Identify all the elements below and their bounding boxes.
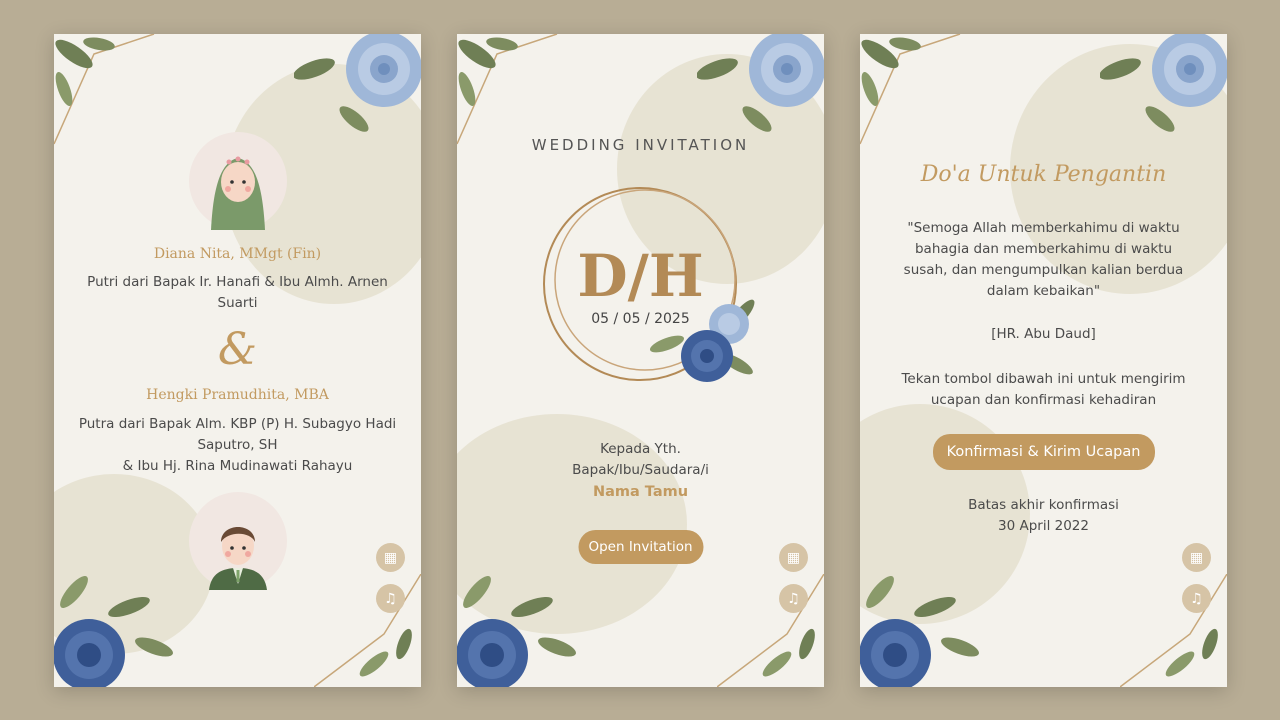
- leaf-decoration-top-left: [54, 34, 155, 145]
- groom-avatar: [188, 492, 287, 590]
- rose-decoration-bottom-left: [457, 576, 576, 687]
- groom-mother: & Ibu Hj. Rina Mudinawati Rahayu: [122, 458, 353, 474]
- music-note-icon: ♫: [787, 590, 800, 607]
- bride-avatar: [188, 132, 287, 230]
- rose-decoration-bottom-left: [54, 576, 173, 687]
- music-toggle-button[interactable]: ♫: [779, 584, 808, 613]
- leaf-decoration-bottom-right: [1120, 574, 1227, 687]
- music-note-icon: ♫: [1190, 590, 1203, 607]
- music-toggle-button[interactable]: ♫: [1182, 584, 1211, 613]
- cover-card: WEDDING INVITATION D/H 05 / 05 / 2025 Ke…: [457, 34, 824, 687]
- rose-decoration-bottom-left: [860, 576, 979, 687]
- leaf-decoration-bottom-right: [314, 574, 421, 687]
- leaf-decoration-top-left: [860, 34, 961, 145]
- bride-parents: Putri dari Bapak Ir. Hanafi & Ibu Almh. …: [87, 274, 388, 311]
- groom-parents: Putra dari Bapak Alm. KBP (P) H. Subagyo…: [78, 416, 397, 453]
- couple-monogram: D/H: [577, 242, 704, 310]
- music-toggle-button[interactable]: ♫: [376, 584, 405, 613]
- bride-name: Diana Nita, MMgt (Fin): [153, 246, 322, 262]
- qr-code-button[interactable]: ▦: [779, 543, 808, 572]
- to-label: Kepada Yth.: [600, 441, 681, 457]
- prayer-title: Do'a Untuk Pengantin: [920, 162, 1167, 187]
- music-note-icon: ♫: [384, 590, 397, 607]
- qr-code-icon: ▦: [383, 549, 398, 566]
- groom-illustration: [208, 527, 267, 590]
- leaf-decoration-bottom-right: [717, 574, 824, 687]
- rsvp-instruction: Tekan tombol dibawah ini untuk mengirim …: [901, 371, 1186, 408]
- open-invitation-button[interactable]: Open Invitation: [578, 530, 703, 564]
- bride-groom-card: Diana Nita, MMgt (Fin) Putri dari Bapak …: [54, 34, 421, 687]
- ampersand: &: [217, 324, 258, 375]
- rose-decoration-top-right: [294, 34, 421, 132]
- qr-code-icon: ▦: [1189, 549, 1204, 566]
- prayer-source: [HR. Abu Daud]: [991, 326, 1096, 342]
- bride-illustration: [210, 156, 265, 230]
- groom-name: Hengki Pramudhita, MBA: [146, 387, 329, 403]
- prayer-text: "Semoga Allah memberkahimu di waktu baha…: [903, 220, 1184, 299]
- qr-code-button[interactable]: ▦: [376, 543, 405, 572]
- to-salutation: Bapak/Ibu/Saudara/i: [572, 462, 709, 478]
- qr-code-icon: ▦: [786, 549, 801, 566]
- deadline-date: 30 April 2022: [998, 518, 1089, 534]
- invitation-heading: WEDDING INVITATION: [531, 136, 750, 154]
- rose-decoration-top-right: [1100, 34, 1227, 132]
- guest-name: Nama Tamu: [592, 484, 689, 500]
- prayer-rsvp-card: Do'a Untuk Pengantin "Semoga Allah membe…: [860, 34, 1227, 687]
- wedding-date: 05 / 05 / 2025: [591, 311, 690, 327]
- qr-code-button[interactable]: ▦: [1182, 543, 1211, 572]
- confirm-send-wishes-button[interactable]: Konfirmasi & Kirim Ucapan: [932, 434, 1155, 470]
- deadline-label: Batas akhir konfirmasi: [968, 497, 1119, 513]
